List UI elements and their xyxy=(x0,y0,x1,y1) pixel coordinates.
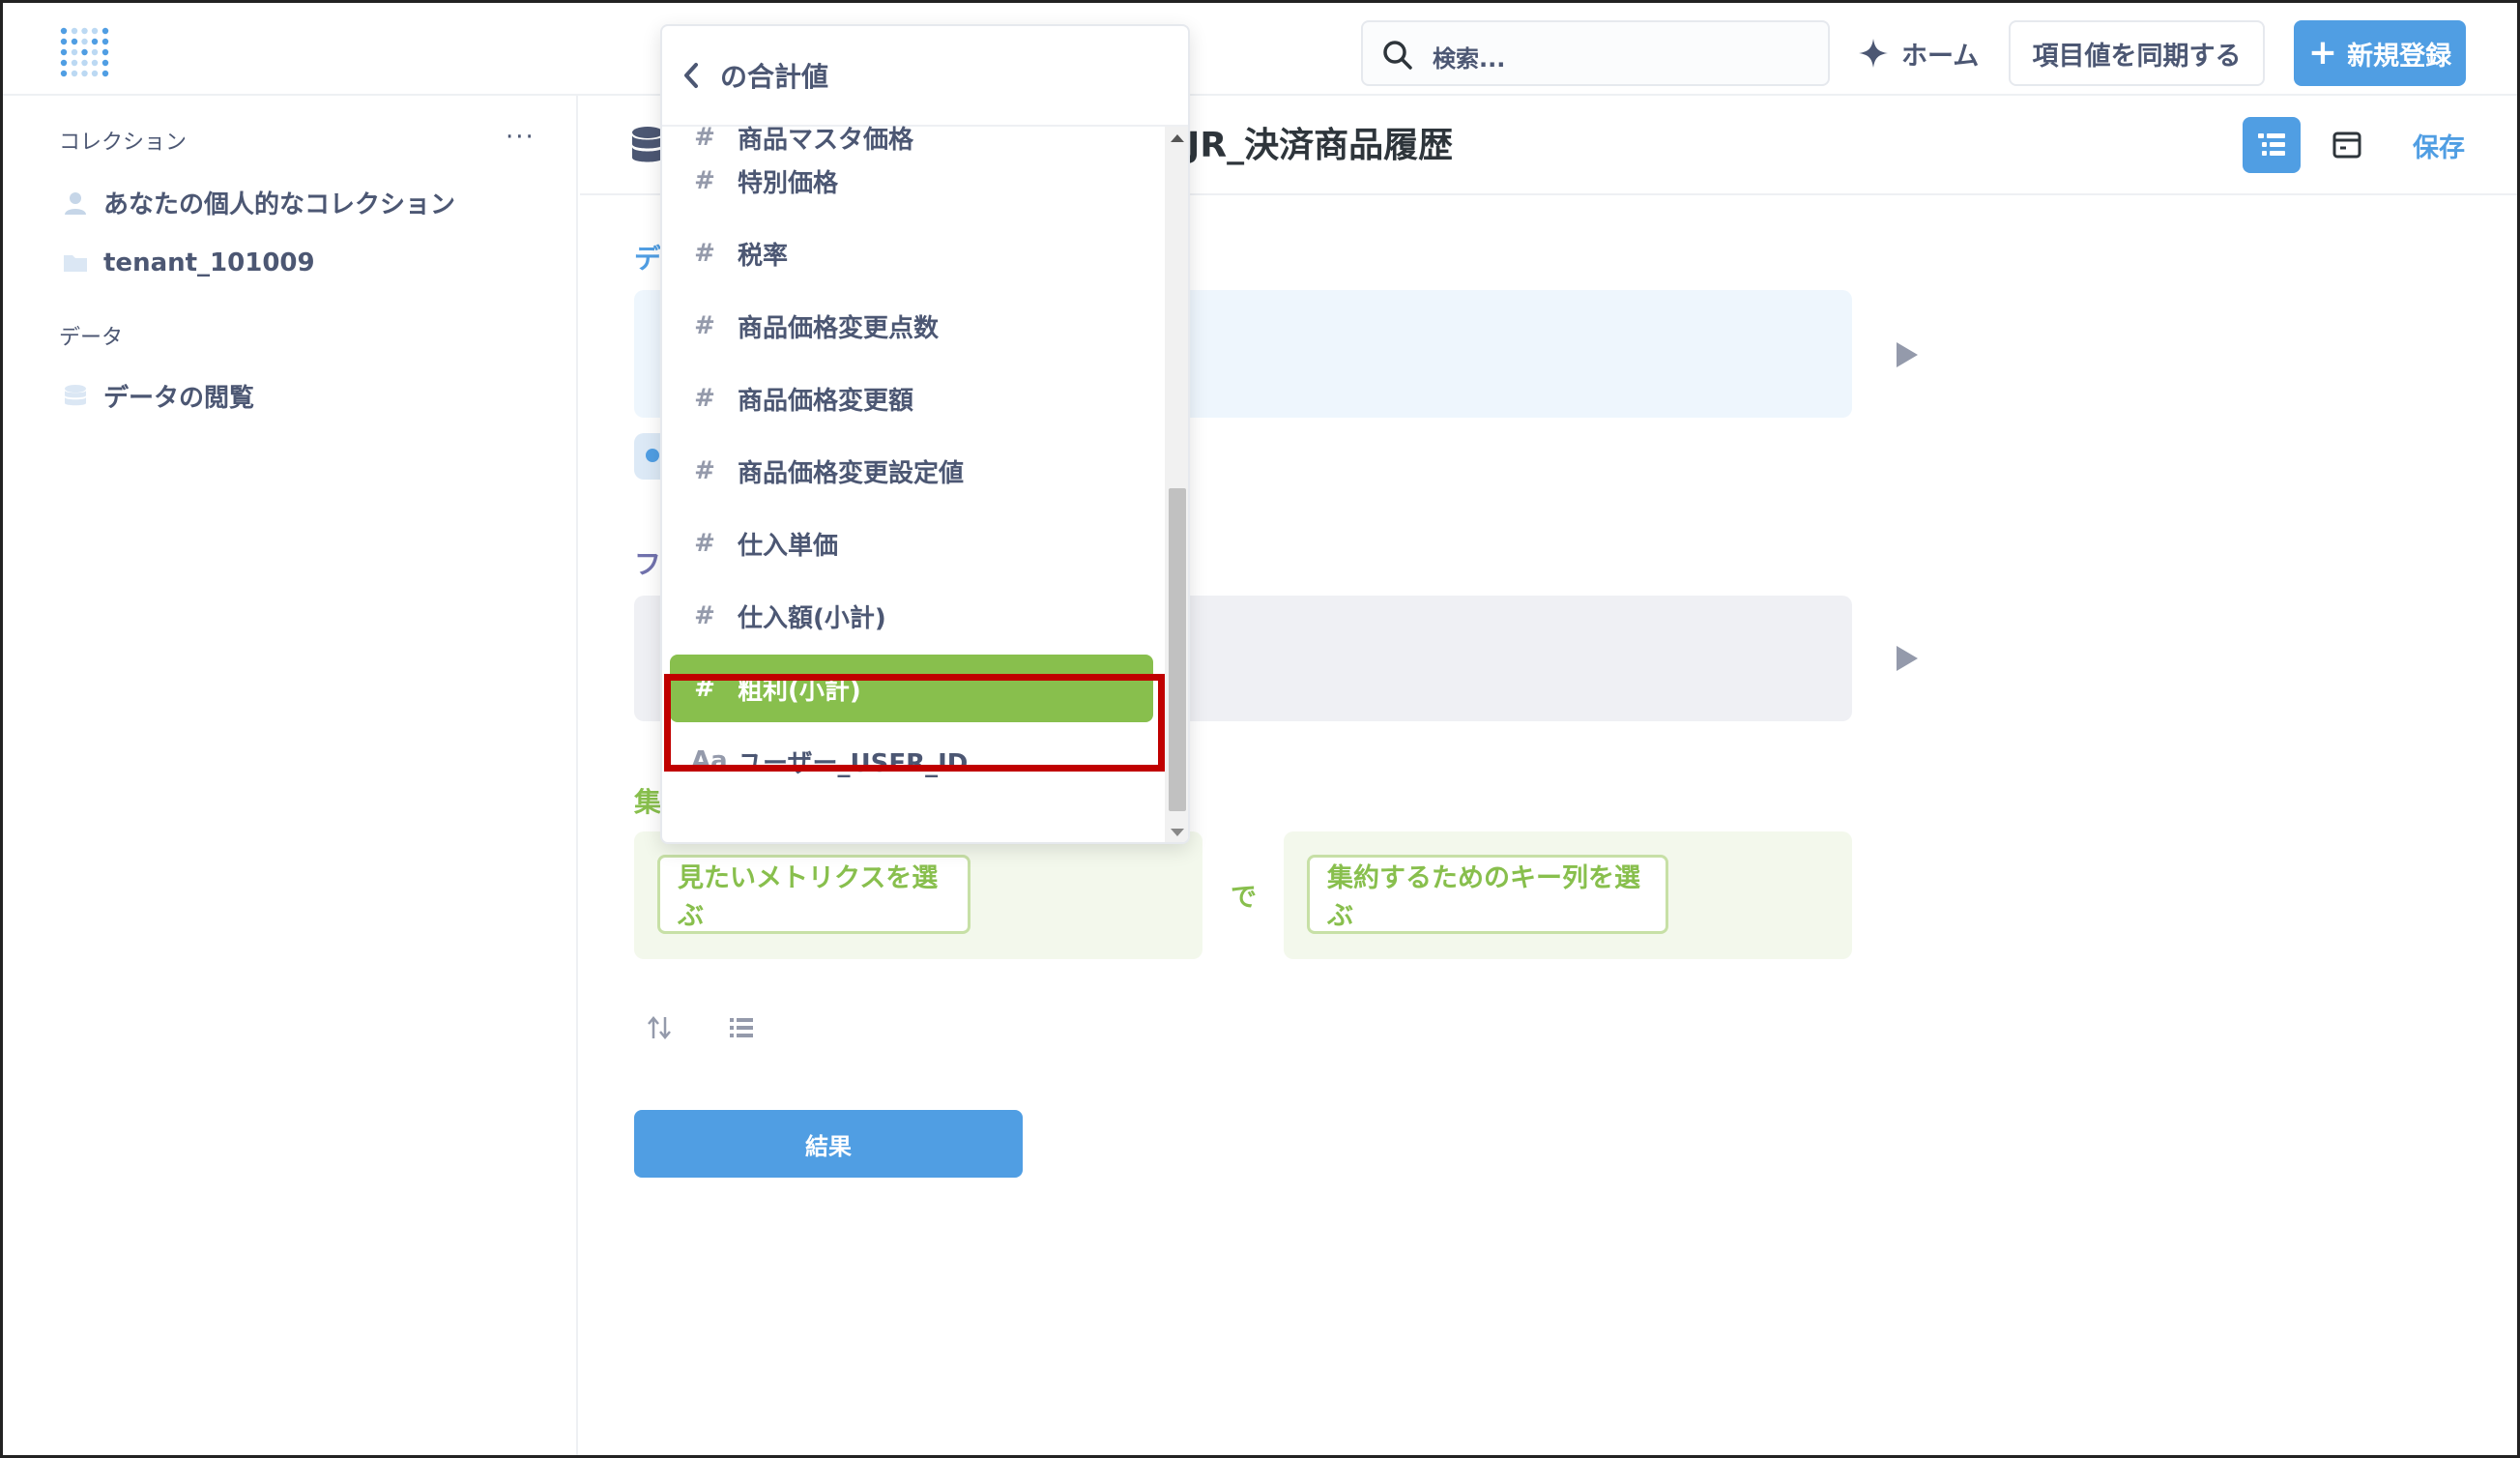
number-type-icon: # xyxy=(694,166,715,195)
search-bar[interactable]: 検索... xyxy=(1361,20,1830,86)
column-label: 商品価格変更点数 xyxy=(738,313,940,343)
sidebar: コレクション ··· あなたの個人的なコレクション tenant_101009 … xyxy=(3,96,578,1455)
scrollbar-thumb[interactable] xyxy=(1169,488,1186,811)
scroll-up-arrow-icon[interactable] xyxy=(1171,134,1184,142)
number-type-icon: # xyxy=(694,529,715,558)
pick-metric-button[interactable]: 見たいメトリクスを選ぶ xyxy=(657,855,970,934)
list-item[interactable]: # 特別価格 xyxy=(670,147,1153,215)
scrollbar[interactable] xyxy=(1165,127,1188,842)
folder-icon xyxy=(64,255,87,272)
number-type-icon: # xyxy=(694,239,715,268)
sync-field-values-button[interactable]: 項目値を同期する xyxy=(2009,20,2265,86)
popover-title: の合計値 xyxy=(720,61,829,93)
list-item[interactable]: # 商品価格変更点数 xyxy=(670,292,1153,360)
preview-data-play-icon[interactable] xyxy=(1897,342,1918,367)
list-item[interactable]: # 仕入額(小計) xyxy=(670,582,1153,650)
plus-icon: + xyxy=(2307,33,2338,73)
sidebar-item-browse-data[interactable]: データの閲覧 xyxy=(63,378,254,414)
person-icon xyxy=(65,191,86,215)
column-label: 税率 xyxy=(738,241,789,271)
list-item[interactable]: # 税率 xyxy=(670,219,1153,287)
sql-view-button[interactable] xyxy=(2318,117,2376,173)
list-item[interactable]: # 商品価格変更設定値 xyxy=(670,437,1153,505)
search-placeholder: 検索... xyxy=(1433,45,1506,73)
save-button[interactable]: 保存 xyxy=(2413,127,2465,164)
sidebar-item-tenant-collection[interactable]: tenant_101009 xyxy=(63,248,315,277)
sort-icon[interactable] xyxy=(646,1013,675,1042)
column-label: 仕入単価 xyxy=(738,531,839,561)
data-step-pill[interactable] xyxy=(634,433,663,480)
sidebar-item-label: tenant_101009 xyxy=(103,248,315,277)
search-icon xyxy=(1383,41,1412,70)
database-icon xyxy=(65,384,86,405)
annotation-highlight-box xyxy=(664,674,1165,772)
list-item[interactable]: # 商品価格変更額 xyxy=(670,364,1153,432)
collections-heading: コレクション xyxy=(59,131,188,155)
collections-more-menu[interactable]: ··· xyxy=(506,123,536,152)
data-section-label: デ xyxy=(634,243,662,275)
group-by-step-box: 集約するためのキー列を選ぶ xyxy=(1284,831,1852,959)
number-type-icon: # xyxy=(694,311,715,340)
question-title: JR_決済商品履歴 xyxy=(1187,126,1454,165)
column-label: 特別価格 xyxy=(738,168,839,198)
new-button-label: 新規登録 xyxy=(2347,41,2452,72)
filter-section-label: フ xyxy=(634,548,662,580)
column-label: 商品価格変更額 xyxy=(738,386,914,416)
top-navigation-bar: 検索... ホーム 項目値を同期する + 新規登録 xyxy=(3,3,2517,96)
summarize-section-label: 集 xyxy=(634,786,662,818)
chevron-left-icon[interactable] xyxy=(680,61,703,90)
visualize-result-button[interactable]: 結果 xyxy=(634,1110,1023,1178)
home-button[interactable]: ホーム xyxy=(1857,20,1979,86)
sidebar-item-personal-collection[interactable]: あなたの個人的なコレクション xyxy=(63,185,455,220)
column-label: 商品価格変更設定値 xyxy=(738,458,965,488)
sparkle-icon xyxy=(1859,39,1888,68)
console-icon xyxy=(2332,131,2361,159)
sidebar-item-label: あなたの個人的なコレクション xyxy=(103,190,456,219)
notebook-icon xyxy=(2258,133,2285,156)
preview-filter-play-icon[interactable] xyxy=(1897,646,1918,671)
new-button[interactable]: + 新規登録 xyxy=(2294,20,2466,86)
data-heading: データ xyxy=(59,326,124,350)
notebook-view-button[interactable] xyxy=(2243,117,2301,173)
number-type-icon: # xyxy=(694,384,715,413)
number-type-icon: # xyxy=(694,601,715,630)
home-label: ホーム xyxy=(1901,41,1980,72)
list-item[interactable]: # 仕入単価 xyxy=(670,510,1153,577)
metabase-logo-icon[interactable] xyxy=(59,26,111,78)
pick-group-by-button[interactable]: 集約するためのキー列を選ぶ xyxy=(1307,855,1668,934)
sidebar-item-label: データの閲覧 xyxy=(103,384,255,413)
scroll-down-arrow-icon[interactable] xyxy=(1171,829,1184,836)
metric-step-box: 見たいメトリクスを選ぶ xyxy=(634,831,1202,959)
list-limit-icon[interactable] xyxy=(727,1013,756,1042)
number-type-icon: # xyxy=(694,456,715,485)
column-label: 仕入額(小計) xyxy=(738,603,886,633)
by-label: で xyxy=(1231,883,1257,913)
